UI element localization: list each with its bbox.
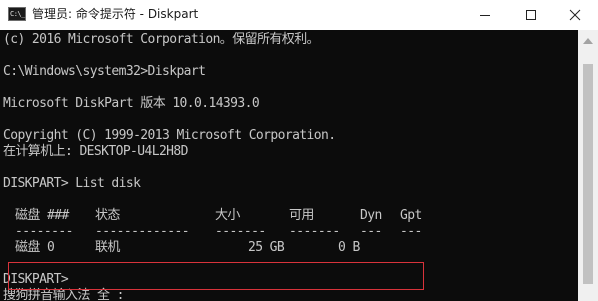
- scroll-thumb[interactable]: [583, 64, 593, 284]
- disk-table-header: 磁盘 ### 状态 大小 可用 Dyn Gpt: [3, 208, 422, 224]
- header-free: 可用: [289, 208, 314, 223]
- disk-table-separator: -------- ------------- ------- ------- -…: [3, 224, 422, 240]
- console-line: (c) 2016 Microsoft Corporation。保留所有权利。: [3, 32, 320, 47]
- separator: --------: [15, 224, 73, 239]
- close-button[interactable]: [552, 0, 598, 30]
- console-line: Microsoft DiskPart 版本 10.0.14393.0: [3, 96, 260, 111]
- header-status: 状态: [95, 208, 120, 223]
- separator: -------: [215, 224, 266, 239]
- window-title: 管理员: 命令提示符 - Diskpart: [32, 7, 199, 21]
- cell-free: 0 B: [338, 240, 360, 255]
- separator: ---: [360, 224, 382, 239]
- cmd-icon: C:\_: [8, 7, 26, 21]
- ime-status: 搜狗拼音输入法 全 :: [3, 288, 124, 301]
- cell-status: 联机: [95, 240, 120, 255]
- separator: -------: [289, 224, 340, 239]
- close-icon: [569, 9, 581, 21]
- console-line: Copyright (C) 1999-2013 Microsoft Corpor…: [3, 128, 336, 143]
- maximize-button[interactable]: [508, 0, 554, 30]
- minimize-button[interactable]: [462, 0, 508, 30]
- separator: -------------: [95, 224, 190, 239]
- header-gpt: Gpt: [400, 208, 422, 223]
- scroll-up-icon[interactable]: [583, 38, 593, 44]
- header-dyn: Dyn: [360, 208, 382, 223]
- minimize-icon: [480, 15, 490, 16]
- header-disk: 磁盘 ###: [15, 208, 69, 223]
- console-line: DISKPART> List disk: [3, 176, 141, 191]
- maximize-icon: [526, 10, 536, 20]
- vertical-scrollbar[interactable]: [578, 30, 598, 301]
- header-size: 大小: [215, 208, 240, 223]
- title-bar[interactable]: C:\_ 管理员: 命令提示符 - Diskpart: [0, 0, 598, 30]
- cell-size: 25 GB: [248, 240, 285, 255]
- console-output[interactable]: (c) 2016 Microsoft Corporation。保留所有权利。 C…: [0, 30, 578, 301]
- diskpart-prompt[interactable]: DISKPART>: [3, 272, 335, 288]
- console-line: C:\Windows\system32>Diskpart: [3, 64, 206, 79]
- console-line: 在计算机上: DESKTOP-U4L2H8D: [3, 144, 188, 159]
- disk-table-row: 磁盘 0 联机 25 GB 0 B: [3, 240, 360, 256]
- separator: ---: [400, 224, 422, 239]
- cell-disk: 磁盘 0: [15, 240, 55, 255]
